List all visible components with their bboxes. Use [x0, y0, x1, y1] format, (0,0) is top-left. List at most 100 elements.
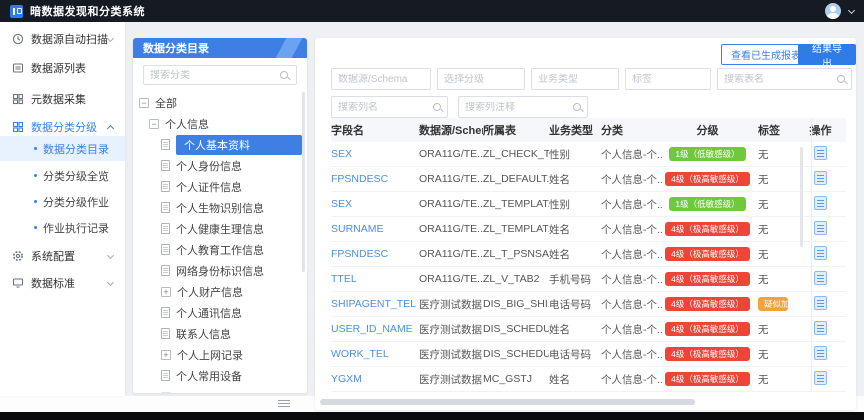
expand-plus-icon[interactable]: +	[161, 287, 171, 297]
tree-node-certificate-info[interactable]: 个人证件信息	[133, 176, 307, 197]
sidebar-subitem-classification-catalog[interactable]: 数据分类目录	[0, 136, 125, 161]
collapse-minus-icon[interactable]: −	[139, 98, 149, 108]
tree-search-input[interactable]	[144, 70, 280, 81]
cell-schema: 医疗测试数据...	[419, 297, 483, 312]
detail-icon[interactable]	[814, 321, 827, 335]
tree-node-identity-info[interactable]: 个人身份信息	[133, 155, 307, 176]
sidebar-item-datasource-list[interactable]: 数据源列表	[0, 55, 125, 81]
document-icon	[161, 265, 170, 276]
sidebar-item-data-standard[interactable]: 数据标准	[0, 270, 125, 296]
detail-icon[interactable]	[814, 271, 827, 285]
detail-icon[interactable]	[814, 171, 827, 185]
export-button[interactable]: 结果导出	[798, 44, 856, 65]
tree-node-communication-info[interactable]: 个人通讯信息	[133, 302, 307, 323]
panel-collapse-icon[interactable]	[278, 400, 290, 409]
expand-plus-icon[interactable]: +	[161, 350, 171, 360]
field-name-link[interactable]: SURNAME	[331, 223, 384, 235]
field-name-link[interactable]: WORK_TEL	[331, 348, 389, 360]
level-filter[interactable]	[437, 68, 525, 90]
detail-icon[interactable]	[814, 246, 827, 260]
table-row[interactable]: TTEL ORA11G/TE... ZL_V_TAB2 手机号码 个人信息-个.…	[331, 267, 846, 292]
table-row[interactable]: USER_ID_NAME 医疗测试数据... DIS_SCHEDU... 姓名 …	[331, 317, 846, 342]
tree-node-health-info[interactable]: 个人健康生理信息	[133, 218, 307, 239]
collapse-minus-icon[interactable]: −	[149, 119, 159, 129]
level-badge: 4级（极高敏感级）	[665, 247, 750, 261]
tree-node-personal-info[interactable]: − 个人信息	[133, 113, 307, 134]
clock-icon	[11, 33, 24, 46]
datasource-filter-input[interactable]	[338, 74, 424, 85]
tag-filter-input[interactable]	[632, 74, 704, 85]
table-row[interactable]: SEX ORA11G/TE... ZL_TEMPLAT... 性别 个人信息-个…	[331, 192, 846, 217]
column-search-box[interactable]	[331, 96, 448, 118]
table-row[interactable]: FPSNDESC ORA11G/TE... ZL_T_PSNSA... 姓名 个…	[331, 242, 846, 267]
table-search-box[interactable]	[717, 68, 852, 90]
level-badge: 4级（极高敏感级）	[665, 372, 750, 386]
app-title: 暗数据发现和分类系统	[30, 3, 145, 19]
comment-search-input[interactable]	[465, 102, 569, 113]
sidebar-item-system-config[interactable]: 系统配置	[0, 243, 125, 269]
field-name-link[interactable]: SEX	[331, 148, 352, 160]
tree-node-browsing-record[interactable]: + 个人上网记录	[133, 344, 307, 365]
document-icon	[161, 223, 170, 234]
tree-node-network-identity-info[interactable]: 网络身份标识信息	[133, 260, 307, 281]
detail-icon[interactable]	[814, 221, 827, 235]
cell-category: 个人信息-个...	[601, 297, 663, 312]
table-row[interactable]: SURNAME ORA11G/TE... ZL_TEMPLAT... 姓名 个人…	[331, 217, 846, 242]
tree-node-contact-info[interactable]: 联系人信息	[133, 323, 307, 344]
detail-icon[interactable]	[814, 146, 827, 160]
sidebar-subitem-classification-overview[interactable]: 分类分级全览	[0, 163, 125, 188]
field-name-link[interactable]: FPSNDESC	[331, 248, 388, 260]
column-search-input[interactable]	[338, 102, 429, 113]
field-name-link[interactable]: YGXM	[331, 373, 362, 385]
cell-biz-type: 电话号码	[549, 297, 601, 312]
bullet-dot-icon	[34, 200, 37, 203]
classification-tree-panel: 数据分类目录 − 全部 − 个人信息 个人基本资料 个人身份信息	[133, 38, 307, 393]
tree-node-all[interactable]: − 全部	[133, 92, 307, 113]
field-name-link[interactable]: SEX	[331, 198, 352, 210]
field-name-link[interactable]: FPSNDESC	[331, 173, 388, 185]
cell-category: 个人信息-个...	[601, 272, 663, 287]
detail-icon[interactable]	[814, 296, 827, 310]
tree-node-biometric-info[interactable]: 个人生物识别信息	[133, 197, 307, 218]
tree-node-education-work-info[interactable]: 个人教育工作信息	[133, 239, 307, 260]
datasource-filter[interactable]	[331, 68, 431, 90]
detail-icon[interactable]	[814, 371, 827, 385]
table-search-input[interactable]	[724, 74, 833, 85]
sidebar-subitem-classification-jobs[interactable]: 分类分级作业	[0, 189, 125, 214]
table-row[interactable]: FPSNDESC ORA11G/TE... ZL_DEFAULT... 姓名 个…	[331, 167, 846, 192]
tree-node-partial[interactable]: −	[133, 386, 307, 393]
table-row[interactable]: SEX ORA11G/TE... ZL_CHECK_T... 性别 个人信息-个…	[331, 142, 846, 167]
sidebar-subitem-label: 分类分级全览	[43, 168, 109, 184]
sidebar-item-auto-scan[interactable]: 数据源自动扫描	[0, 26, 125, 52]
user-avatar[interactable]	[825, 3, 841, 19]
detail-icon[interactable]	[814, 346, 827, 360]
cell-schema: 医疗测试数据...	[419, 347, 483, 362]
tree-node-common-device[interactable]: 个人常用设备	[133, 365, 307, 386]
field-name-link[interactable]: TTEL	[331, 273, 357, 285]
table-row[interactable]: WORK_TEL 医疗测试数据... DIS_SCHEDU... 电话号码 个人…	[331, 342, 846, 367]
table-row[interactable]: SHIPAGENT_TEL 医疗测试数据... DIS_BIG_SHI... 电…	[331, 292, 846, 317]
level-filter-input[interactable]	[444, 74, 518, 85]
chevron-up-icon	[107, 125, 114, 132]
cell-biz-type: 电话号码	[549, 347, 601, 362]
table-vertical-scrollbar[interactable]	[800, 147, 803, 247]
user-menu-chevron-icon[interactable]	[848, 6, 855, 13]
table-row[interactable]: YGXM 医疗测试数据... MC_GSTJ 姓名 个人信息-个... 4级（极…	[331, 367, 846, 392]
field-name-link[interactable]: SHIPAGENT_TEL	[331, 298, 416, 310]
tree-scrollbar[interactable]	[302, 92, 305, 272]
tree-node-basic-profile[interactable]: 个人基本资料	[133, 134, 307, 155]
tag-filter[interactable]	[625, 68, 711, 90]
sidebar-item-metadata[interactable]: 元数据采集	[0, 86, 125, 112]
biz-type-filter[interactable]	[531, 68, 619, 90]
sidebar-item-label: 数据源自动扫描	[31, 31, 108, 47]
sidebar: 数据源自动扫描 数据源列表 元数据采集 数据分类分级 数据分类目录	[0, 22, 125, 396]
comment-search-box[interactable]	[458, 96, 588, 118]
tree-search-box[interactable]	[143, 65, 297, 85]
field-name-link[interactable]: USER_ID_NAME	[331, 323, 413, 335]
sidebar-subitem-job-history[interactable]: 作业执行记录	[0, 215, 125, 240]
detail-icon[interactable]	[814, 196, 827, 210]
col-header-action: 操作	[795, 122, 846, 138]
biz-type-filter-input[interactable]	[538, 74, 612, 85]
table-horizontal-scrollbar[interactable]	[320, 399, 695, 405]
tree-node-property-info[interactable]: + 个人财产信息	[133, 281, 307, 302]
